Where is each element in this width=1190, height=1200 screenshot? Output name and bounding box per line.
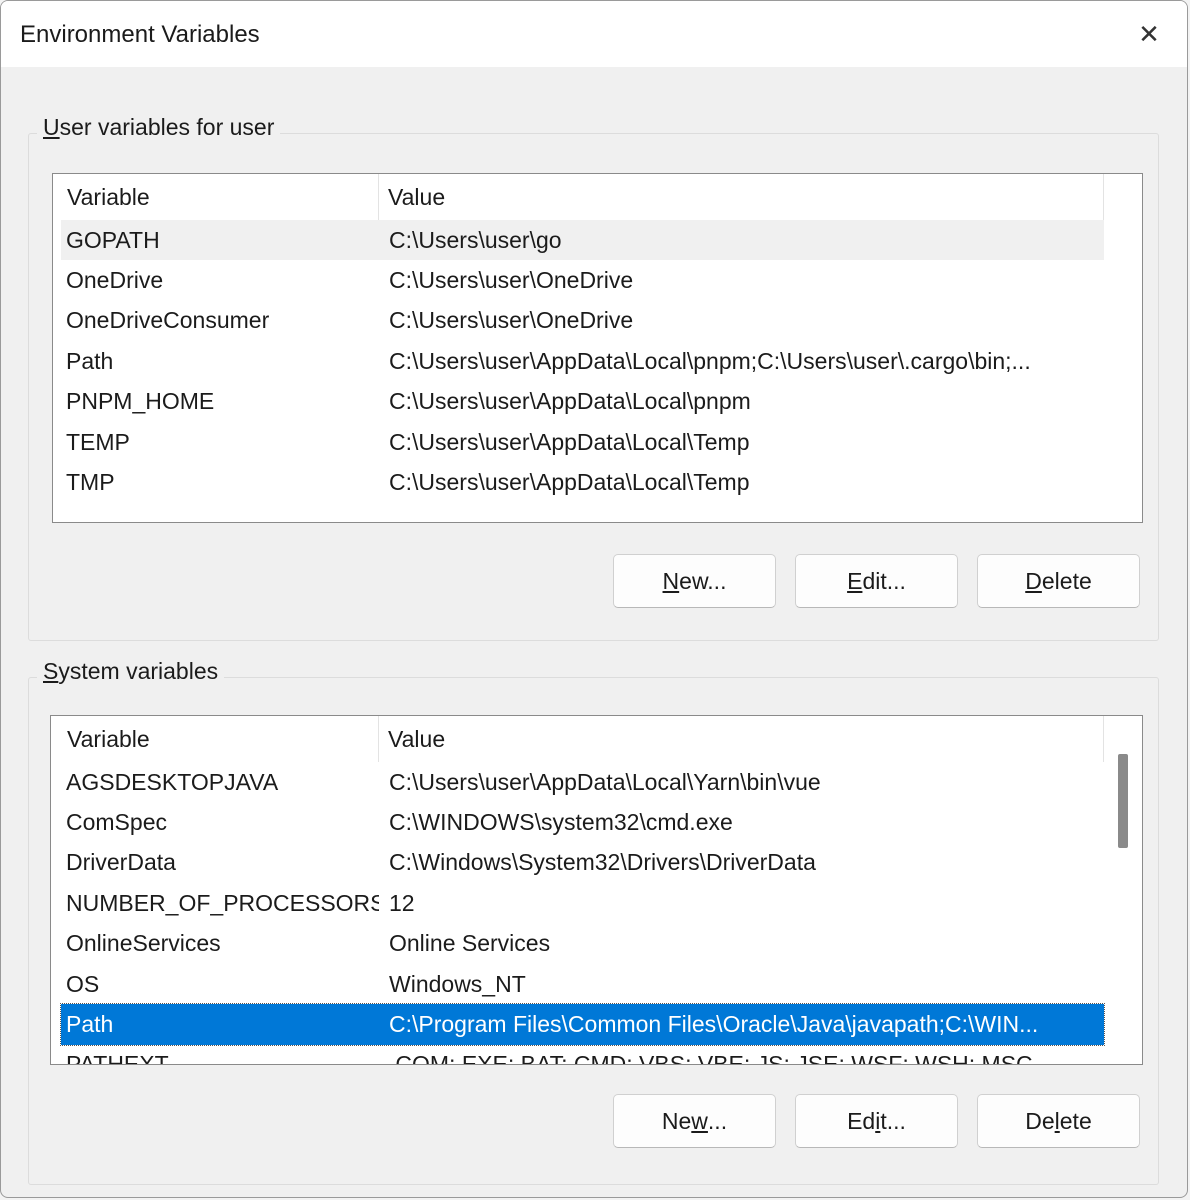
- variable-name-cell: NUMBER_OF_PROCESSORS: [61, 890, 379, 917]
- table-row[interactable]: OSWindows_NT: [61, 964, 1104, 1004]
- variable-name-cell: OneDrive: [61, 267, 379, 294]
- system-variables-label: System variables: [37, 658, 224, 685]
- user-list-header: Variable Value: [61, 174, 1104, 220]
- table-row[interactable]: TEMPC:\Users\user\AppData\Local\Temp: [61, 422, 1104, 462]
- table-row[interactable]: TMPC:\Users\user\AppData\Local\Temp: [61, 462, 1104, 502]
- variable-name-cell: TMP: [61, 469, 379, 496]
- system-list-rows: AGSDESKTOPJAVAC:\Users\user\AppData\Loca…: [61, 762, 1104, 1065]
- variable-value-cell: C:\Windows\System32\Drivers\DriverData: [379, 849, 1104, 876]
- variable-value-cell: C:\WINDOWS\system32\cmd.exe: [379, 809, 1104, 836]
- variable-value-cell: C:\Users\user\AppData\Local\Temp: [379, 429, 1104, 456]
- variable-value-cell: .COM;.EXE;.BAT;.CMD;.VBS;.VBE;.JS;.JSE;.…: [379, 1051, 1104, 1065]
- system-variables-list[interactable]: Variable Value AGSDESKTOPJAVAC:\Users\us…: [50, 715, 1143, 1065]
- user-variables-group: User variables for user Variable Value G…: [28, 133, 1159, 641]
- table-row[interactable]: ComSpecC:\WINDOWS\system32\cmd.exe: [61, 802, 1104, 842]
- user-edit-button[interactable]: Edit...: [795, 554, 958, 608]
- system-new-button[interactable]: New...: [613, 1094, 776, 1148]
- close-icon: ✕: [1138, 19, 1160, 50]
- variable-name-cell: PNPM_HOME: [61, 388, 379, 415]
- table-row[interactable]: PATHEXT.COM;.EXE;.BAT;.CMD;.VBS;.VBE;.JS…: [61, 1045, 1104, 1065]
- variable-name-cell: PATHEXT: [61, 1051, 379, 1065]
- user-variables-list[interactable]: Variable Value GOPATHC:\Users\user\goOne…: [52, 173, 1143, 523]
- variable-value-cell: C:\Users\user\go: [379, 227, 1104, 254]
- table-row[interactable]: OneDriveC:\Users\user\OneDrive: [61, 260, 1104, 300]
- variable-value-cell: C:\Users\user\AppData\Local\Temp: [379, 469, 1104, 496]
- user-new-button[interactable]: New...: [613, 554, 776, 608]
- variable-name-cell: Path: [61, 348, 379, 375]
- variable-name-cell: DriverData: [61, 849, 379, 876]
- variable-value-cell: C:\Users\user\AppData\Local\Yarn\bin\vue: [379, 769, 1104, 796]
- column-header-value[interactable]: Value: [379, 716, 1104, 762]
- user-list-rows: GOPATHC:\Users\user\goOneDriveC:\Users\u…: [61, 220, 1104, 503]
- variable-name-cell: OneDriveConsumer: [61, 307, 379, 334]
- table-row[interactable]: PNPM_HOMEC:\Users\user\AppData\Local\pnp…: [61, 382, 1104, 422]
- variable-name-cell: OS: [61, 971, 379, 998]
- user-delete-button[interactable]: Delete: [977, 554, 1140, 608]
- dialog-title: Environment Variables: [20, 21, 260, 49]
- table-row[interactable]: NUMBER_OF_PROCESSORS12: [61, 883, 1104, 923]
- variable-value-cell: C:\Users\user\AppData\Local\pnpm;C:\User…: [379, 348, 1104, 375]
- column-header-variable[interactable]: Variable: [61, 716, 379, 762]
- table-row[interactable]: AGSDESKTOPJAVAC:\Users\user\AppData\Loca…: [61, 762, 1104, 802]
- system-edit-button[interactable]: Edit...: [795, 1094, 958, 1148]
- variable-name-cell: OnlineServices: [61, 930, 379, 957]
- close-button[interactable]: ✕: [1125, 13, 1173, 55]
- variable-value-cell: 12: [379, 890, 1104, 917]
- variable-value-cell: C:\Users\user\AppData\Local\pnpm: [379, 388, 1104, 415]
- variable-value-cell: C:\Users\user\OneDrive: [379, 307, 1104, 334]
- system-delete-button[interactable]: Delete: [977, 1094, 1140, 1148]
- table-row[interactable]: PathC:\Program Files\Common Files\Oracle…: [61, 1004, 1104, 1044]
- table-row[interactable]: DriverDataC:\Windows\System32\Drivers\Dr…: [61, 843, 1104, 883]
- variable-name-cell: Path: [61, 1011, 379, 1038]
- variable-name-cell: AGSDESKTOPJAVA: [61, 769, 379, 796]
- system-variables-group: System variables Variable Value AGSDESKT…: [28, 677, 1159, 1185]
- variable-value-cell: C:\Users\user\OneDrive: [379, 267, 1104, 294]
- system-list-header: Variable Value: [61, 716, 1104, 762]
- variable-value-cell: Online Services: [379, 930, 1104, 957]
- title-bar: Environment Variables ✕: [1, 1, 1187, 67]
- variable-value-cell: Windows_NT: [379, 971, 1104, 998]
- environment-variables-dialog: Environment Variables ✕ User variables f…: [0, 0, 1188, 1198]
- table-row[interactable]: OnlineServicesOnline Services: [61, 924, 1104, 964]
- variable-name-cell: GOPATH: [61, 227, 379, 254]
- variable-name-cell: TEMP: [61, 429, 379, 456]
- column-header-variable[interactable]: Variable: [61, 174, 379, 220]
- table-row[interactable]: PathC:\Users\user\AppData\Local\pnpm;C:\…: [61, 341, 1104, 381]
- table-row[interactable]: OneDriveConsumerC:\Users\user\OneDrive: [61, 301, 1104, 341]
- variable-value-cell: C:\Program Files\Common Files\Oracle\Jav…: [379, 1011, 1104, 1038]
- user-variables-label: User variables for user: [37, 114, 280, 141]
- table-row[interactable]: GOPATHC:\Users\user\go: [61, 220, 1104, 260]
- vertical-scrollbar[interactable]: [1118, 754, 1128, 848]
- variable-name-cell: ComSpec: [61, 809, 379, 836]
- column-header-value[interactable]: Value: [379, 174, 1104, 220]
